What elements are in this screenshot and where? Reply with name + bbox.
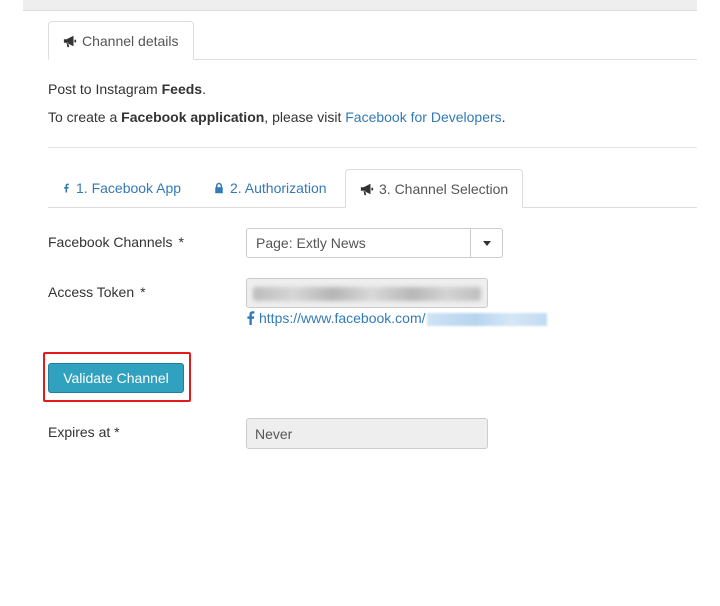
intro-line-2: To create a Facebook application, please…	[48, 109, 506, 125]
bullhorn-icon	[63, 35, 77, 47]
tab-channel-details[interactable]: Channel details	[48, 21, 194, 60]
tab-label: Channel details	[82, 32, 179, 49]
facebook-icon	[247, 311, 255, 325]
facebook-page-link[interactable]: https://www.facebook.com/	[259, 310, 547, 326]
facebook-developers-link[interactable]: Facebook for Developers	[345, 109, 501, 125]
required-mark: *	[178, 234, 184, 250]
expires-at-field: Never	[246, 418, 488, 449]
intro-text: .	[202, 81, 206, 97]
intro-text: To create a	[48, 109, 122, 125]
required-mark: *	[140, 284, 146, 300]
intro-bold: Facebook application	[121, 109, 265, 125]
token-link-row: https://www.facebook.com/	[246, 310, 547, 326]
tab-channel-selection[interactable]: 3. Channel Selection	[345, 169, 524, 208]
access-token-field[interactable]	[246, 278, 488, 308]
intro-text: .	[501, 109, 506, 125]
tab-authorization[interactable]: 2. Authorization	[199, 169, 341, 207]
divider	[48, 147, 697, 148]
top-bar	[23, 0, 697, 11]
tab-label: 2. Authorization	[230, 180, 327, 196]
channel-tabs: Channel details	[48, 21, 697, 60]
facebook-icon	[64, 183, 69, 193]
intro-text: Post to Instagram	[48, 81, 162, 97]
tab-facebook-app[interactable]: 1. Facebook App	[48, 169, 195, 207]
label-text: Access Token	[48, 284, 135, 300]
redacted-token	[253, 287, 481, 301]
expires-at-label: Expires at *	[48, 424, 120, 440]
tab-label: 1. Facebook App	[76, 180, 182, 196]
wizard-steps: 1. Facebook App 2. Authorization 3. Chan…	[48, 169, 697, 208]
intro-text: , please visit	[264, 109, 346, 125]
caret-down-icon	[482, 240, 491, 246]
intro-bold: Feeds	[161, 81, 203, 97]
redacted-page-id	[426, 312, 547, 326]
facebook-channels-select[interactable]: Page: Extly News	[246, 228, 503, 258]
facebook-channels-label: Facebook Channels *	[48, 234, 184, 250]
lock-icon	[215, 182, 223, 194]
tab-label: 3. Channel Selection	[379, 180, 509, 197]
bullhorn-icon	[360, 183, 374, 195]
select-value: Page: Extly News	[256, 235, 366, 251]
validate-channel-button[interactable]: Validate Channel	[48, 363, 184, 393]
intro-line-1: Post to Instagram Feeds.	[48, 81, 206, 97]
link-text: https://www.facebook.com/	[259, 310, 426, 326]
label-text: Facebook Channels	[48, 234, 173, 250]
access-token-label: Access Token *	[48, 284, 146, 300]
select-toggle[interactable]	[470, 229, 502, 257]
